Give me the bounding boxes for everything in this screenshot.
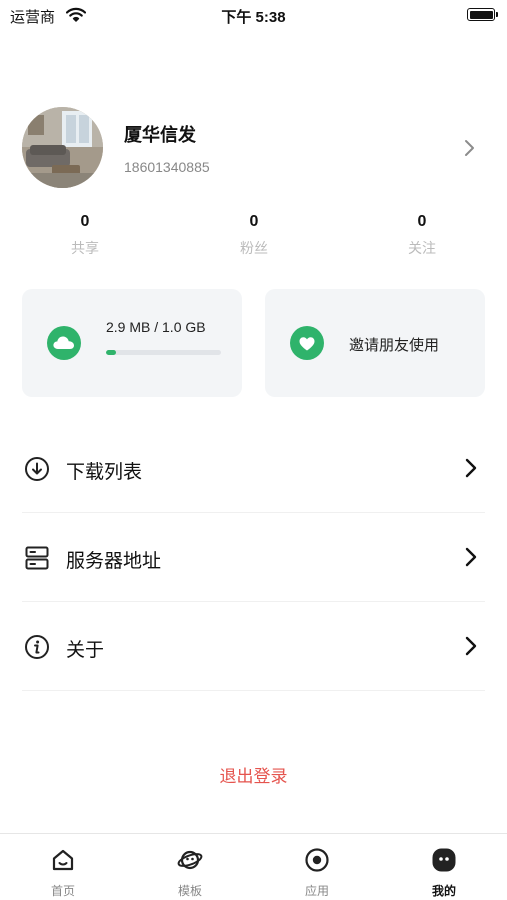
invite-card[interactable]: 邀请朋友使用 <box>265 289 485 397</box>
storage-progress-bar <box>106 350 221 355</box>
stat-label: 粉丝 <box>240 240 268 256</box>
chevron-right-icon <box>465 458 477 478</box>
battery-icon <box>467 8 498 21</box>
chevron-right-icon <box>465 547 477 567</box>
menu-item-server-address[interactable]: 服务器地址 <box>0 513 507 602</box>
tab-home[interactable]: 首页 <box>0 834 126 900</box>
logout-button[interactable]: 退出登录 <box>0 762 507 787</box>
cloud-icon <box>47 326 81 360</box>
tab-label: 应用 <box>304 884 329 898</box>
user-name: 厦华信发 <box>124 125 196 145</box>
storage-usage-text: 2.9 MB / 1.0 GB <box>106 319 206 335</box>
user-phone: 18601340885 <box>124 159 210 175</box>
tab-apps[interactable]: 应用 <box>254 834 380 900</box>
stats-row: 0 共享 0 粉丝 0 关注 <box>0 212 507 262</box>
stat-value: 0 <box>249 213 259 230</box>
chevron-right-icon[interactable] <box>464 139 476 157</box>
settings-menu: 下载列表 服务器地址 关于 <box>0 424 507 691</box>
tab-templates[interactable]: 模板 <box>127 834 253 900</box>
tab-label: 模板 <box>177 884 202 898</box>
heart-icon <box>290 326 324 360</box>
download-icon <box>25 457 49 481</box>
stat-following[interactable]: 0 关注 <box>362 212 482 258</box>
profile-face-icon <box>432 848 456 872</box>
menu-item-downloads[interactable]: 下载列表 <box>0 424 507 513</box>
stat-fans[interactable]: 0 粉丝 <box>194 212 314 258</box>
tab-bar: 首页 模板 应用 我的 <box>0 833 507 900</box>
stat-shared[interactable]: 0 共享 <box>25 212 145 258</box>
menu-item-about[interactable]: 关于 <box>0 602 507 691</box>
server-icon <box>25 546 49 570</box>
target-icon <box>305 848 329 872</box>
menu-item-label: 服务器地址 <box>66 551 162 572</box>
stat-label: 共享 <box>71 240 99 256</box>
menu-item-label: 关于 <box>66 640 105 661</box>
stat-label: 关注 <box>408 240 436 256</box>
avatar[interactable] <box>22 107 103 188</box>
stat-value: 0 <box>80 213 90 230</box>
chevron-right-icon <box>465 636 477 656</box>
tab-mine[interactable]: 我的 <box>381 834 507 900</box>
avatar-photo <box>22 107 103 188</box>
tab-label: 首页 <box>50 884 75 898</box>
profile-header[interactable]: 厦华信发 18601340885 <box>22 107 484 189</box>
clock: 下午 5:38 <box>221 9 286 26</box>
storage-progress-fill <box>106 350 117 355</box>
info-icon <box>25 635 49 659</box>
menu-item-label: 下载列表 <box>66 462 143 483</box>
planet-icon <box>177 850 203 870</box>
tab-label: 我的 <box>431 884 456 898</box>
storage-card[interactable]: 2.9 MB / 1.0 GB <box>22 289 242 397</box>
status-bar: 运营商 下午 5:38 <box>0 0 507 30</box>
divider <box>22 690 485 691</box>
home-icon <box>52 849 74 871</box>
stat-value: 0 <box>417 213 427 230</box>
invite-text: 邀请朋友使用 <box>349 337 440 354</box>
